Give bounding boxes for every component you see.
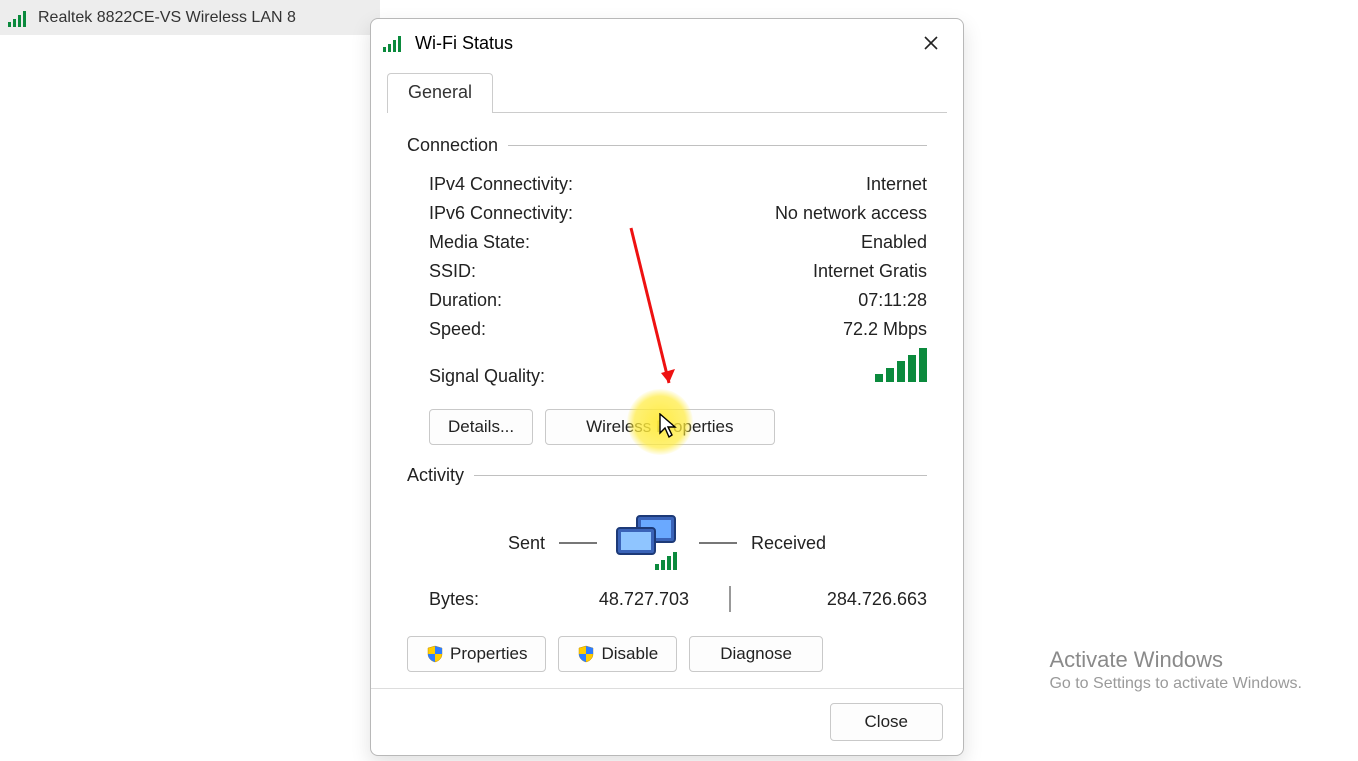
speed-label: Speed: [429,319,486,340]
signal-icon [383,34,405,52]
signal-icon [8,9,30,27]
network-adapter-row[interactable]: Realtek 8822CE-VS Wireless LAN 8 [0,0,380,35]
dash-icon [559,542,597,544]
monitors-icon [611,514,685,572]
adapter-name: Realtek 8822CE-VS Wireless LAN 8 [38,9,296,27]
ipv6-value: No network access [775,203,927,224]
shield-icon [577,645,595,663]
signal-bars-icon [875,348,927,382]
row-ssid: SSID: Internet Gratis [407,257,927,286]
bytes-received-value: 284.726.663 [771,589,927,610]
watermark-line1: Activate Windows [1049,647,1302,673]
row-speed: Speed: 72.2 Mbps [407,315,927,344]
ipv6-label: IPv6 Connectivity: [429,203,573,224]
ipv4-label: IPv4 Connectivity: [429,174,573,195]
duration-label: Duration: [429,290,502,311]
row-media: Media State: Enabled [407,228,927,257]
vertical-divider [729,586,731,612]
ssid-label: SSID: [429,261,476,282]
disable-button[interactable]: Disable [558,636,677,672]
speed-value: 72.2 Mbps [843,319,927,340]
row-signal: Signal Quality: [407,344,927,391]
close-button[interactable] [911,28,951,58]
dialog-footer: Close [371,688,963,755]
divider-line [508,145,927,146]
signal-label: Signal Quality: [429,366,545,387]
connection-buttons: Details... Wireless Properties [407,391,927,453]
dialog-title: Wi-Fi Status [415,33,911,54]
dialog-body: Connection IPv4 Connectivity: Internet I… [371,113,963,688]
tab-general[interactable]: General [387,73,493,113]
group-activity-label: Activity [407,465,474,486]
dialog-titlebar: Wi-Fi Status [371,19,963,67]
disable-label: Disable [601,644,658,664]
wireless-properties-button[interactable]: Wireless Properties [545,409,774,445]
tabstrip: General [371,73,963,113]
activity-row: Sent Received [407,500,927,576]
bytes-row: Bytes: 48.727.703 284.726.663 [407,576,927,612]
dash-icon [699,542,737,544]
row-duration: Duration: 07:11:28 [407,286,927,315]
row-ipv4: IPv4 Connectivity: Internet [407,170,927,199]
bytes-sent-value: 48.727.703 [549,589,689,610]
close-dialog-button[interactable]: Close [830,703,943,741]
sent-label: Sent [508,533,545,554]
shield-icon [426,645,444,663]
properties-label: Properties [450,644,527,664]
wifi-status-dialog: Wi-Fi Status General Connection IPv4 Con… [370,18,964,756]
properties-button[interactable]: Properties [407,636,546,672]
group-connection-label: Connection [407,135,508,156]
ipv4-value: Internet [866,174,927,195]
bytes-label: Bytes: [429,589,549,610]
action-buttons: Properties Disable Diagnose [407,612,927,672]
group-activity: Activity [407,465,927,486]
divider-line [474,475,927,476]
received-label: Received [751,533,826,554]
row-ipv6: IPv6 Connectivity: No network access [407,199,927,228]
media-value: Enabled [861,232,927,253]
close-icon [923,35,939,51]
signal-value [875,348,927,387]
watermark-line2: Go to Settings to activate Windows. [1049,675,1302,693]
group-connection: Connection [407,135,927,156]
details-button[interactable]: Details... [429,409,533,445]
ssid-value: Internet Gratis [813,261,927,282]
activate-windows-watermark: Activate Windows Go to Settings to activ… [1049,647,1302,693]
diagnose-button[interactable]: Diagnose [689,636,823,672]
duration-value: 07:11:28 [858,290,927,311]
media-label: Media State: [429,232,530,253]
